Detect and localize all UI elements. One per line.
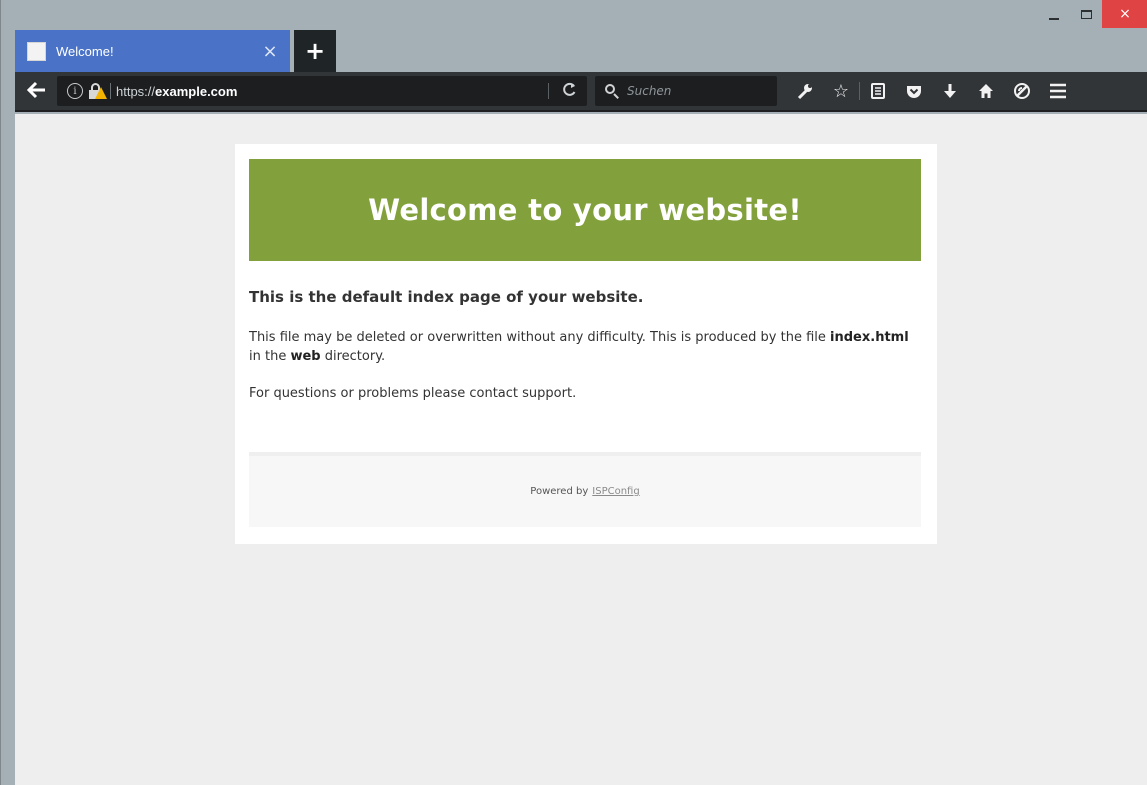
minimize-icon — [1049, 18, 1059, 20]
tab-close-icon[interactable]: × — [250, 41, 290, 62]
page-footer: Powered by ISPConfig — [249, 452, 921, 527]
reading-list-icon[interactable] — [860, 72, 896, 110]
description-paragraph: This file may be deleted or overwritten … — [249, 330, 909, 364]
url-text[interactable]: https://example.com — [116, 84, 237, 99]
search-bar[interactable] — [595, 76, 777, 106]
insecure-lock-warning-icon[interactable] — [88, 82, 107, 100]
minimize-button[interactable] — [1038, 0, 1070, 28]
maximize-button[interactable] — [1070, 0, 1102, 28]
search-input[interactable] — [627, 84, 767, 98]
url-separator — [110, 83, 111, 99]
file-name: index.html — [830, 330, 909, 345]
bookmark-star-icon[interactable]: ☆ — [823, 72, 859, 110]
toolbar-icons: ☆ — [787, 72, 1076, 110]
home-icon[interactable] — [968, 72, 1004, 110]
directory-name: web — [290, 349, 321, 364]
menu-icon[interactable] — [1040, 72, 1076, 110]
footer-text: Powered by — [530, 486, 589, 497]
search-icon — [605, 84, 619, 99]
back-arrow-icon — [26, 81, 45, 99]
browser-window: × Welcome! × + i https://example.com Suc… — [0, 0, 1147, 785]
wrench-icon[interactable] — [787, 72, 823, 110]
back-button[interactable] — [26, 81, 51, 101]
reload-separator — [548, 83, 549, 99]
content-card: Welcome to your website! This is the def… — [235, 144, 937, 544]
page-title: Welcome to your website! — [368, 193, 802, 227]
page-viewport: Welcome to your website! This is the def… — [15, 114, 1147, 785]
support-paragraph: For questions or problems please contact… — [249, 386, 577, 401]
navigation-bar: i https://example.com ☆ — [15, 72, 1147, 112]
tab-welcome[interactable]: Welcome! × — [15, 30, 290, 72]
no-script-icon[interactable] — [1004, 72, 1040, 110]
address-bar[interactable]: i https://example.com — [57, 76, 587, 106]
new-tab-button[interactable]: + — [294, 30, 336, 72]
title-bar: × Welcome! × + — [1, 0, 1147, 72]
welcome-banner: Welcome to your website! — [249, 159, 921, 261]
page-subheading: This is the default index page of your w… — [249, 288, 644, 306]
window-close-button[interactable]: × — [1102, 0, 1147, 28]
page-favicon-icon — [27, 41, 46, 61]
maximize-icon — [1080, 9, 1092, 19]
window-controls: × — [1038, 0, 1147, 30]
download-icon[interactable] — [932, 72, 968, 110]
reload-icon[interactable] — [562, 82, 577, 101]
site-info-icon[interactable]: i — [67, 83, 83, 99]
ispconfig-link[interactable]: ISPConfig — [592, 486, 639, 497]
pocket-icon[interactable] — [896, 72, 932, 110]
tab-title: Welcome! — [56, 43, 114, 59]
